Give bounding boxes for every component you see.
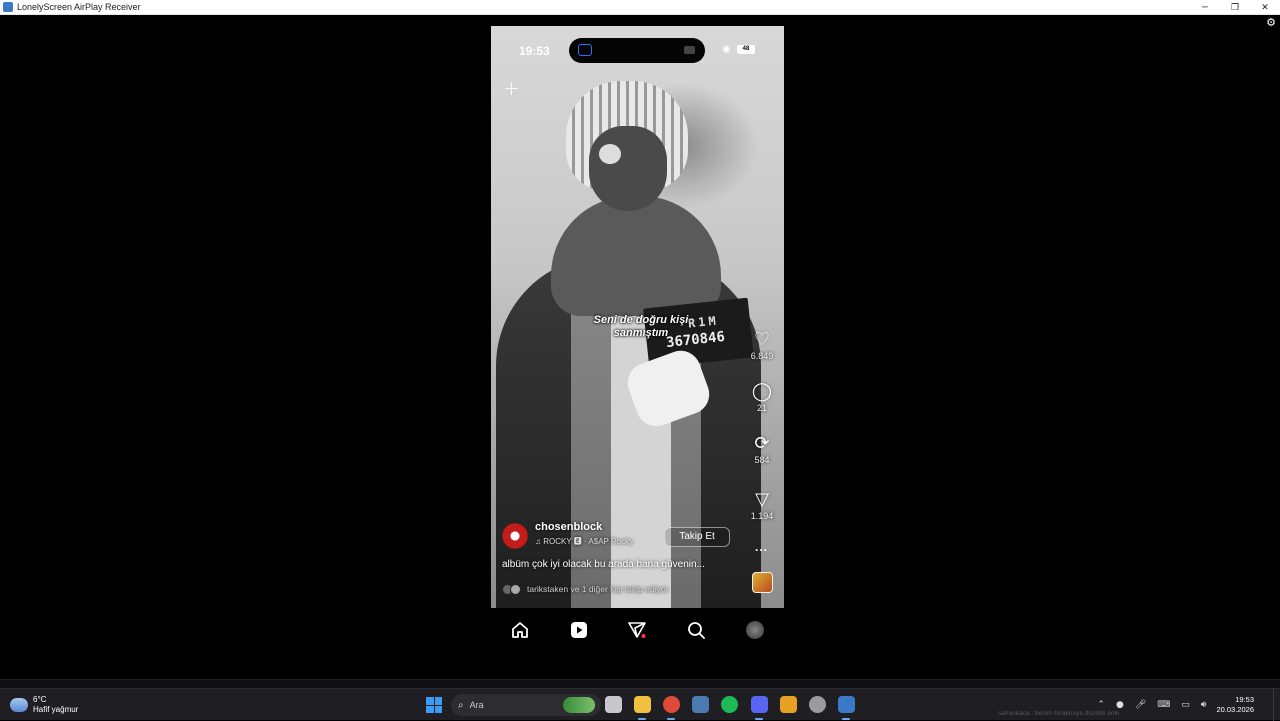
weather-temp: 6°C <box>33 695 47 704</box>
like-count: 6.849 <box>750 351 774 361</box>
restore-button[interactable]: ❐ <box>1220 0 1250 15</box>
music-thumbnail[interactable] <box>752 572 773 593</box>
microphone-icon[interactable]: 🎤︎ <box>1135 700 1146 710</box>
repost-icon: ⟳ <box>754 433 770 454</box>
minimize-button[interactable]: ─ <box>1190 0 1220 15</box>
share-count: 1.194 <box>750 511 774 521</box>
spotify-icon[interactable] <box>721 696 738 713</box>
followed-by-text: tarikstaken ve 1 diğer kişi takip ediyor <box>527 584 669 594</box>
task-view-icon[interactable] <box>605 696 622 713</box>
like-button[interactable]: ♡ 6.849 <box>747 329 777 362</box>
profile-avatar-image <box>746 621 764 639</box>
figure-hood <box>551 196 721 316</box>
system-tray: ⌃ ● 🎤︎ ⌨ ▭ 🔊︎ 19:53 20.03.2026 <box>1086 689 1280 721</box>
windows-start-icon[interactable] <box>426 697 442 713</box>
reel-description[interactable]: albüm çok iyi olacak bu arada bana güven… <box>502 559 705 570</box>
show-desktop-button[interactable] <box>1273 689 1280 721</box>
clock-date: 20.03.2026 <box>1216 705 1254 714</box>
chevron-up-icon[interactable]: ⌃ <box>1097 700 1105 710</box>
weather-widget[interactable]: 6°C Hafif yağmur <box>10 695 78 715</box>
figure-eye-patch <box>599 144 621 164</box>
reel-caption-overlay: Seni de doğru kişi sanmıştım <box>593 314 689 339</box>
window-titlebar: LonelyScreen AirPlay Receiver ─ ❐ ✕ <box>0 0 1280 15</box>
author-username[interactable]: chosenblock <box>535 521 602 533</box>
follower-avatar <box>510 583 521 595</box>
island-indicator-icon <box>684 46 695 54</box>
battery-indicator: 48 <box>737 45 755 54</box>
weather-condition: Hafif yağmur <box>33 705 79 714</box>
author-row: chosenblock ♫ ROCKY 🅴 · A$AP Rocky Takip… <box>502 521 782 552</box>
window-title: LonelyScreen AirPlay Receiver <box>17 2 141 12</box>
steam-icon[interactable] <box>692 696 709 713</box>
discord-icon[interactable] <box>751 696 768 713</box>
comment-count: 21 <box>756 403 767 413</box>
music-info[interactable]: ♫ ROCKY 🅴 · A$AP Rocky <box>535 536 633 547</box>
home-icon[interactable] <box>508 618 532 642</box>
file-explorer-icon[interactable] <box>634 696 651 713</box>
followed-by-row[interactable]: tarikstaken ve 1 diğer kişi takip ediyor <box>502 582 668 596</box>
create-plus-icon[interactable]: + <box>503 78 520 98</box>
clock-time: 19:53 <box>1235 695 1254 704</box>
messages-icon[interactable] <box>625 618 649 642</box>
author-avatar[interactable] <box>502 523 528 549</box>
keyboard-icon[interactable]: ⌨ <box>1157 700 1170 710</box>
close-button[interactable]: ✕ <box>1250 0 1280 15</box>
lonelyscreen-icon[interactable] <box>838 696 855 713</box>
system-clock[interactable]: 19:53 20.03.2026 <box>1216 695 1254 715</box>
tray-app-icon[interactable]: ● <box>1116 700 1124 710</box>
chrome-icon[interactable] <box>663 696 680 713</box>
app-icon <box>3 2 13 12</box>
search-icon[interactable] <box>684 618 708 642</box>
profile-avatar[interactable] <box>743 618 767 642</box>
wifi-icon: ◉ <box>722 44 731 55</box>
volume-icon[interactable]: 🔊︎ <box>1201 700 1207 710</box>
repost-count: 584 <box>754 455 770 465</box>
figure-face-lower <box>589 126 667 211</box>
display-icon[interactable]: ▭ <box>1181 700 1190 710</box>
phone-screen: R1M 3670846 19:53 ◉ 48 + Seni de doğru k… <box>491 26 784 671</box>
screen-mirror-icon <box>578 44 592 56</box>
comment-button[interactable]: ◯ 21 <box>747 381 777 414</box>
share-button[interactable]: ▽ 1.194 <box>747 489 777 522</box>
bottom-nav <box>491 608 784 671</box>
reels-icon[interactable] <box>567 618 591 642</box>
search-highlight-icon <box>563 697 595 713</box>
comment-icon: ◯ <box>751 381 773 402</box>
follow-button[interactable]: Takip Et <box>664 527 730 547</box>
more-options-icon[interactable]: ... <box>755 540 768 554</box>
window-controls: ─ ❐ ✕ <box>1190 0 1280 15</box>
rain-cloud-icon <box>10 698 28 712</box>
repost-button[interactable]: ⟳ 584 <box>747 433 777 466</box>
search-placeholder: Ara <box>469 700 484 710</box>
status-time: 19:53 <box>519 44 550 58</box>
horizontal-scrollbar[interactable] <box>0 679 1280 688</box>
taskbar: 6°C Hafif yağmur ⌕ Ara sahankaca : benim… <box>0 688 1280 721</box>
taskbar-search[interactable]: ⌕ Ara <box>451 694 601 716</box>
app-pen-icon[interactable] <box>780 696 797 713</box>
dynamic-island <box>569 38 705 63</box>
app-ball-icon[interactable] <box>809 696 826 713</box>
gear-icon[interactable]: ⚙ <box>1265 17 1277 29</box>
heart-icon: ♡ <box>753 329 771 350</box>
search-icon: ⌕ <box>458 699 464 711</box>
send-icon: ▽ <box>755 489 769 510</box>
weather-text: 6°C Hafif yağmur <box>33 695 78 715</box>
